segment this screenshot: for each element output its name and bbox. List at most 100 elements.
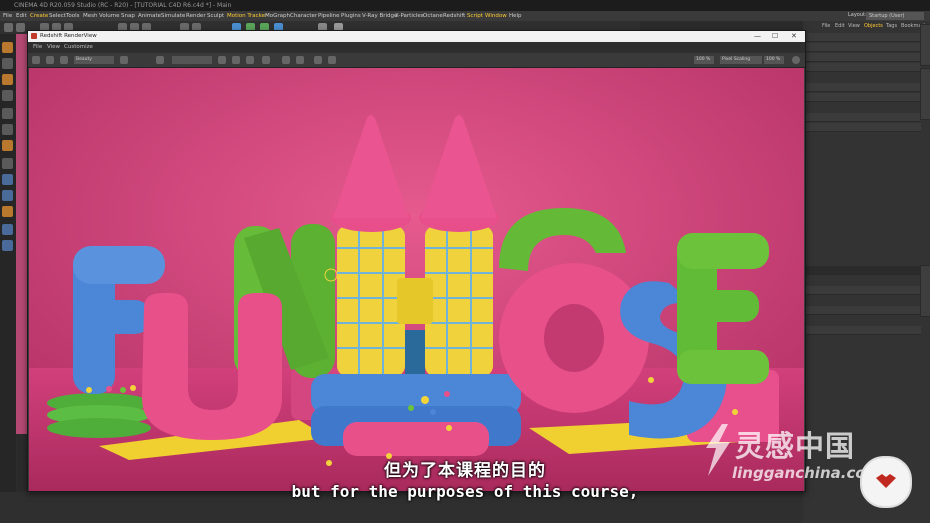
object-row[interactable] <box>803 93 921 102</box>
attribute-row[interactable] <box>803 286 921 295</box>
zoom-right-field[interactable]: 100 % <box>764 56 784 64</box>
bucket-icon[interactable] <box>262 56 270 64</box>
menu-script[interactable]: Script <box>467 11 483 21</box>
polygons-mode-icon[interactable] <box>2 140 13 151</box>
settings-gear-icon[interactable] <box>792 56 800 64</box>
menu-mesh[interactable]: Mesh <box>83 11 97 21</box>
menu-create[interactable]: Create <box>30 11 48 21</box>
tweak-icon[interactable] <box>2 174 13 185</box>
menu-mograph[interactable]: MoGraph <box>265 11 290 21</box>
watermark-cn: 灵感中国 <box>735 429 856 463</box>
edges-mode-icon[interactable] <box>2 124 13 135</box>
object-row[interactable] <box>803 43 921 52</box>
rv-menu-view[interactable]: View <box>47 42 60 53</box>
menu-motion-tracker[interactable]: Motion Tracker <box>227 11 267 21</box>
menu-file[interactable]: File <box>3 11 12 21</box>
menu-select[interactable]: Select <box>49 11 66 21</box>
heart-badge-graphic <box>876 474 896 488</box>
menu-sculpt[interactable]: Sculpt <box>207 11 224 21</box>
om-tab-file[interactable]: File <box>822 23 830 29</box>
app-title: CINEMA 4D R20.059 Studio (RC - R20) - [T… <box>14 2 232 9</box>
render-start-icon[interactable] <box>46 56 54 64</box>
make-editable-icon[interactable] <box>2 42 13 53</box>
object-row[interactable] <box>803 63 921 72</box>
aov-dropdown[interactable]: Beauty <box>74 56 114 64</box>
renderview-titlebar: Redshift RenderView — ☐ ✕ <box>28 31 805 42</box>
solo-icon[interactable] <box>2 206 13 217</box>
layout-label: Layout: <box>848 12 867 18</box>
crop-icon[interactable] <box>156 56 164 64</box>
vertical-tab-attributes[interactable] <box>920 265 930 317</box>
workplane-icon[interactable] <box>2 90 13 101</box>
redshift-renderview-window: Redshift RenderView — ☐ ✕ File View Cust… <box>27 30 806 492</box>
letter-e <box>677 233 769 384</box>
menu-window[interactable]: Window <box>485 11 507 21</box>
save-icon[interactable] <box>32 56 40 64</box>
menu-vray-bridge[interactable]: V-Ray Bridge <box>362 11 397 21</box>
menu-x-particles[interactable]: X-Particles <box>395 11 424 21</box>
redshift-icon <box>31 33 37 39</box>
object-row[interactable] <box>803 83 921 92</box>
delete-icon[interactable] <box>328 56 336 64</box>
watermark-logo-icon <box>706 424 730 476</box>
points-mode-icon[interactable] <box>2 108 13 119</box>
snap-icon[interactable] <box>2 190 13 201</box>
stop-icon[interactable] <box>60 56 68 64</box>
compare-icon[interactable] <box>282 56 290 64</box>
menu-pipeline[interactable]: Pipeline <box>318 11 340 21</box>
menu-animate[interactable]: Animate <box>138 11 161 21</box>
attribute-row[interactable] <box>803 306 921 315</box>
om-tab-view[interactable]: View <box>848 23 860 29</box>
menu-simulate[interactable]: Simulate <box>161 11 185 21</box>
attribute-header <box>803 266 921 275</box>
render-canvas <box>29 68 804 491</box>
undo-icon[interactable] <box>4 23 13 32</box>
menu-render[interactable]: Render <box>186 11 206 21</box>
om-tab-edit[interactable]: Edit <box>835 23 845 29</box>
menu-tools[interactable]: Tools <box>66 11 80 21</box>
snapshot-icon[interactable] <box>218 56 226 64</box>
pixel-scaling-dropdown[interactable]: Pixel Scaling <box>720 56 762 64</box>
object-row[interactable] <box>803 53 921 62</box>
minimize-icon[interactable]: — <box>754 31 761 42</box>
planar-workplane-icon[interactable] <box>2 240 13 251</box>
menu-volume[interactable]: Volume <box>99 11 119 21</box>
maximize-icon[interactable]: ☐ <box>772 31 778 42</box>
vertical-tab-content-browser[interactable] <box>920 68 930 120</box>
menu-snap[interactable]: Snap <box>121 11 135 21</box>
layout-selector: Layout: Startup (User) <box>848 12 924 20</box>
om-tab-objects[interactable]: Objects <box>864 23 883 29</box>
history-icon[interactable] <box>314 56 322 64</box>
renderview-title: Redshift RenderView <box>40 33 97 39</box>
layout-dropdown[interactable]: Startup (User) <box>866 12 924 20</box>
om-tab-tags[interactable]: Tags <box>886 23 897 29</box>
region-dropdown[interactable] <box>172 56 212 64</box>
menu-octane[interactable]: Octane <box>423 11 443 21</box>
rv-menu-customize[interactable]: Customize <box>64 42 93 53</box>
attribute-row[interactable] <box>803 326 921 335</box>
menu-edit[interactable]: Edit <box>16 11 27 21</box>
watermark-en: lingganchina.com <box>732 464 882 482</box>
enable-axis-icon[interactable] <box>2 158 13 169</box>
object-row[interactable] <box>803 123 921 132</box>
lock-icon[interactable] <box>246 56 254 64</box>
object-row[interactable] <box>803 33 921 42</box>
menu-help[interactable]: Help <box>509 11 522 21</box>
zoom-left-field[interactable]: 100 % <box>694 56 714 64</box>
rv-menu-file[interactable]: File <box>33 42 42 53</box>
grid-icon[interactable] <box>232 56 240 64</box>
lock-workplane-icon[interactable] <box>2 224 13 235</box>
close-icon[interactable]: ✕ <box>791 31 797 42</box>
menu-character[interactable]: Character <box>290 11 317 21</box>
heart-badge-icon <box>860 456 912 508</box>
menu-plugins[interactable]: Plugins <box>341 11 361 21</box>
layers-icon[interactable] <box>296 56 304 64</box>
model-mode-icon[interactable] <box>2 58 13 69</box>
texture-mode-icon[interactable] <box>2 74 13 85</box>
redo-icon[interactable] <box>16 23 25 32</box>
color-icon[interactable] <box>120 56 128 64</box>
vertical-tab-objects[interactable] <box>920 24 930 66</box>
left-tool-strip <box>0 34 16 523</box>
menu-redshift[interactable]: Redshift <box>443 11 465 21</box>
object-row[interactable] <box>803 113 921 122</box>
